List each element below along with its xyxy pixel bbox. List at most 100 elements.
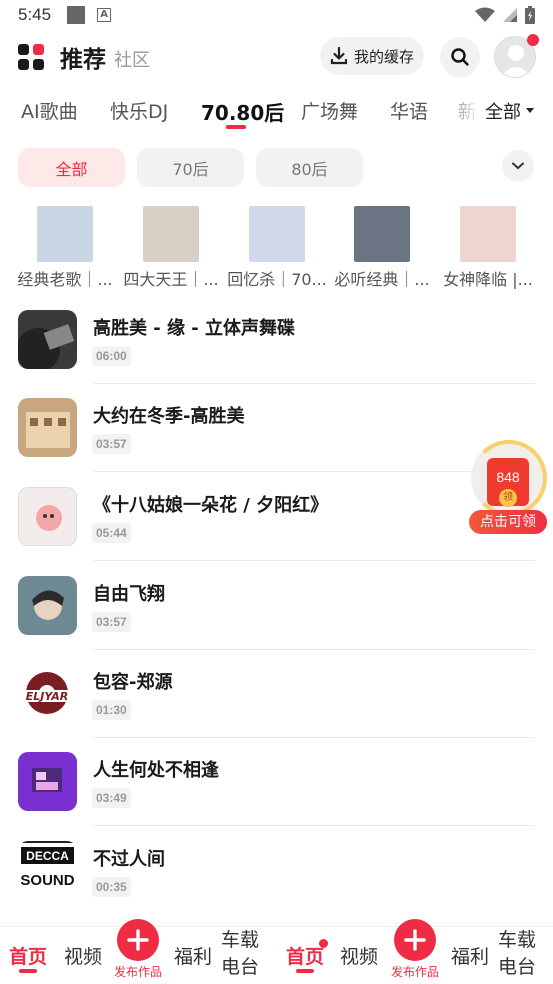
- song-title: 《十八姑娘一朵花 / 夕阳红》: [93, 495, 329, 516]
- song-cover: DECCA SOUND: [18, 841, 77, 900]
- publish-button-2[interactable]: [394, 919, 436, 961]
- signal-icon: [503, 8, 517, 22]
- song-duration: 00:35: [92, 877, 131, 897]
- claim-button[interactable]: 点击可领: [469, 510, 547, 534]
- playlist-card[interactable]: 女神降临 |...: [435, 206, 541, 290]
- song-row[interactable]: 自由飞翔 03:57: [0, 562, 553, 650]
- status-time: 5:45: [18, 5, 52, 24]
- nav-car-radio[interactable]: 车载 电台: [221, 927, 259, 981]
- all-categories-button[interactable]: 全部: [478, 88, 553, 134]
- page-title[interactable]: 推荐: [60, 40, 106, 74]
- playlist-card[interactable]: 必听经典｜...: [329, 206, 435, 290]
- playlist-cover: [460, 206, 516, 262]
- search-button[interactable]: [440, 37, 480, 77]
- playlist-title: 四大天王｜...: [123, 270, 219, 289]
- chip-80s[interactable]: 80后: [256, 148, 363, 187]
- song-row[interactable]: DECCA SOUND 不过人间 00:35: [0, 827, 553, 915]
- notification-a-icon: A: [97, 8, 112, 22]
- song-title: 高胜美 - 缘 - 立体声舞碟: [93, 318, 296, 339]
- avatar-notification-dot: [527, 34, 539, 46]
- publish-button[interactable]: [117, 919, 159, 961]
- song-row[interactable]: 人生何处不相逢 03:49: [0, 738, 553, 826]
- tab-happy-dj[interactable]: 快乐DJ: [110, 97, 168, 124]
- nav-home[interactable]: 首页: [9, 942, 47, 969]
- tab-mandarin[interactable]: 华语: [390, 97, 428, 124]
- plus-icon: [127, 929, 149, 951]
- plus-icon: [404, 929, 426, 951]
- playlist-title: 必听经典｜...: [334, 270, 430, 289]
- song-duration: 03:49: [92, 788, 131, 808]
- battery-icon: [525, 6, 535, 24]
- chip-all[interactable]: 全部: [18, 148, 125, 187]
- song-duration: 03:57: [92, 612, 131, 632]
- my-cache-label: 我的缓存: [353, 47, 414, 66]
- song-cover: [18, 752, 77, 811]
- song-row[interactable]: ELJYAR 包容-郑源 01:30: [0, 650, 553, 738]
- playlist-cover: [354, 206, 410, 262]
- song-cover: [18, 398, 77, 457]
- red-envelope-widget[interactable]: 848 领 点击可领: [469, 438, 549, 534]
- bottom-nav: 首页 视频 发布作品 福利 车载 电台 首页 视频 发布作品 福利 车载 电台: [0, 919, 553, 984]
- nav-welfare[interactable]: 福利: [174, 942, 212, 969]
- publish-label-2: 发布作品: [391, 965, 440, 979]
- apps-grid-icon[interactable]: [18, 44, 44, 70]
- song-cover: ELJYAR: [18, 664, 77, 723]
- song-duration: 01:30: [92, 700, 131, 720]
- search-icon: [451, 48, 469, 66]
- playlist-cover: [37, 206, 93, 262]
- nav-car-radio-2[interactable]: 车载 电台: [498, 927, 536, 981]
- nav-welfare-2[interactable]: 福利: [451, 942, 489, 969]
- status-bar: 5:45 A: [0, 0, 553, 30]
- notification-square-icon: [67, 6, 86, 24]
- song-cover: [18, 576, 77, 635]
- expand-chips-button[interactable]: [502, 150, 534, 182]
- nav-car-radio-line2: 电台: [221, 956, 260, 978]
- tab-square-dance[interactable]: 广场舞: [301, 97, 358, 124]
- wifi-icon: [475, 7, 495, 22]
- nav-home-2-dot: [319, 939, 328, 948]
- song-title: 包容-郑源: [93, 672, 173, 693]
- song-cover: [18, 310, 77, 369]
- playlist-cover: [249, 206, 305, 262]
- song-title: 大约在冬季-高胜美: [93, 406, 245, 427]
- download-icon: [330, 47, 348, 65]
- decca-logo-text: DECCA: [26, 849, 69, 863]
- song-title: 自由飞翔: [93, 584, 165, 605]
- all-categories-label: 全部: [485, 102, 521, 123]
- my-cache-button[interactable]: 我的缓存: [320, 37, 424, 75]
- playlist-card[interactable]: 四大天王｜...: [118, 206, 224, 290]
- nav-home-2-indicator: [296, 969, 314, 973]
- publish-label: 发布作品: [114, 965, 163, 979]
- song-title: 人生何处不相逢: [93, 760, 219, 781]
- song-duration: 03:57: [92, 434, 131, 454]
- tab-70-80[interactable]: 70.80后: [201, 97, 284, 126]
- playlist-card[interactable]: 回忆杀｜70...: [224, 206, 330, 290]
- playlist-card[interactable]: 经典老歌｜...: [12, 206, 118, 290]
- song-row[interactable]: 高胜美 - 缘 - 立体声舞碟 06:00: [0, 296, 553, 384]
- nav-car-radio-line1: 车载: [221, 929, 260, 951]
- tab-ai-songs[interactable]: AI歌曲: [21, 97, 78, 124]
- nav-home-indicator: [19, 969, 37, 973]
- nav-video[interactable]: 视频: [64, 942, 102, 969]
- community-tab[interactable]: 社区: [114, 46, 150, 72]
- chevron-down-icon: [512, 162, 524, 170]
- song-title: 不过人间: [93, 849, 165, 870]
- top-header: 推荐 社区 我的缓存: [0, 34, 553, 80]
- song-duration: 05:44: [92, 523, 131, 543]
- active-tab-indicator: [226, 125, 246, 129]
- playlist-title: 女神降临 |...: [443, 270, 533, 289]
- nav-car-radio-2-line2: 电台: [498, 956, 537, 978]
- caret-down-icon: [526, 108, 534, 113]
- chip-70s[interactable]: 70后: [137, 148, 244, 187]
- song-duration: 06:00: [92, 346, 131, 366]
- song-cover: [18, 487, 77, 546]
- sound-logo-text: SOUND: [20, 872, 74, 889]
- playlist-title: 经典老歌｜...: [17, 270, 113, 289]
- nav-video-2[interactable]: 视频: [340, 942, 378, 969]
- eljyar-logo-text: ELJYAR: [26, 690, 69, 703]
- filter-chips: 全部 70后 80后: [0, 148, 553, 188]
- nav-car-radio-2-line1: 车载: [498, 929, 537, 951]
- red-envelope-amount: 848: [496, 469, 520, 485]
- nav-home-2[interactable]: 首页: [286, 942, 324, 969]
- coin-icon: 领: [499, 489, 517, 507]
